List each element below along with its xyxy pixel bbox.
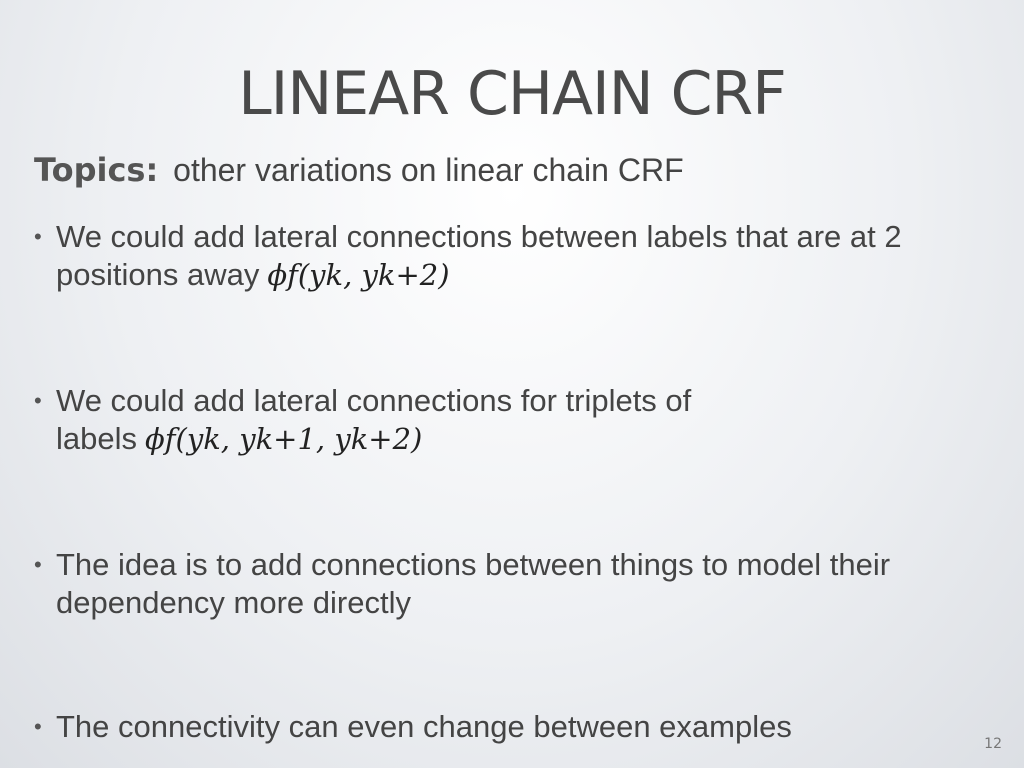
bullet-text: The connectivity can even change between… <box>56 709 792 744</box>
bullet-marker: • <box>34 714 42 739</box>
formula-pairwise: ϕf(yk, yk+2) <box>267 258 450 292</box>
topics-text: other variations on linear chain CRF <box>173 152 684 188</box>
bullet-text-content: We could add lateral connections between… <box>56 219 902 292</box>
bullet-marker: • <box>34 224 42 249</box>
page-number: 12 <box>984 736 1002 752</box>
bullet-text: We could add lateral connections for tri… <box>56 382 734 458</box>
topics-label: Topics: <box>34 151 159 189</box>
slide: LINEAR CHAIN CRF Topics: other variation… <box>0 0 1024 768</box>
bullet-text: We could add lateral connections between… <box>56 218 1004 294</box>
bullet-text: The idea is to add connections between t… <box>56 547 891 620</box>
bullet-item: • The connectivity can even change betwe… <box>34 708 1004 746</box>
slide-title: LINEAR CHAIN CRF <box>238 59 787 129</box>
bullet-marker: • <box>34 552 42 577</box>
bullet-item: • We could add lateral connections for t… <box>34 382 734 458</box>
topics-line: Topics: other variations on linear chain… <box>34 150 684 190</box>
formula-triplet: ϕf(yk, yk+1, yk+2) <box>145 422 423 456</box>
bullet-item: • The idea is to add connections between… <box>34 546 1004 622</box>
bullet-item: • We could add lateral connections betwe… <box>34 218 1004 294</box>
bullet-marker: • <box>34 388 42 413</box>
